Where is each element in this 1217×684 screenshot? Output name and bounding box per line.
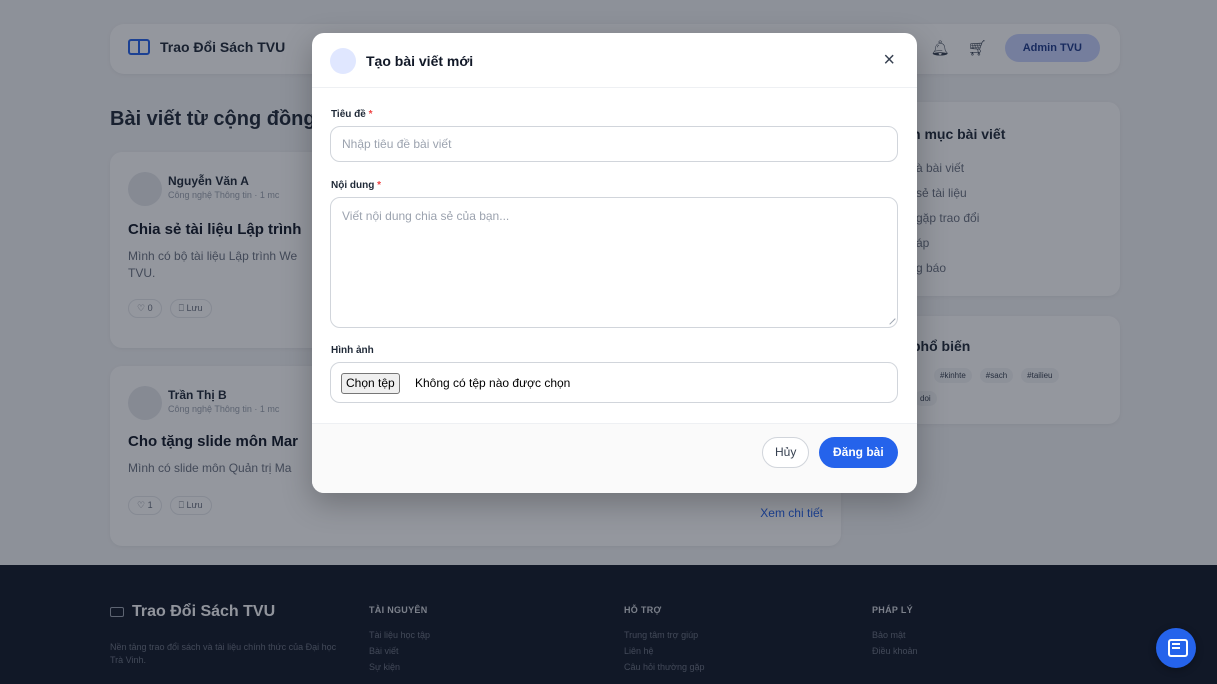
- title-label-text: Tiêu đề: [331, 109, 366, 120]
- title-field-label: Tiêu đề *: [331, 109, 373, 120]
- avatar: [330, 48, 356, 74]
- dialog-header: Tạo bài viết mới ×: [312, 33, 917, 88]
- required-mark: *: [368, 109, 373, 120]
- dialog-title: Tạo bài viết mới: [366, 53, 474, 69]
- content-textarea[interactable]: [330, 197, 898, 328]
- choose-file-button[interactable]: Chọn tệp: [341, 373, 400, 394]
- image-field-label: Hình ảnh: [331, 345, 374, 356]
- file-status-text: Không có tệp nào được chọn: [415, 376, 571, 390]
- cancel-button[interactable]: Hủy: [762, 437, 810, 468]
- title-input[interactable]: [330, 126, 898, 162]
- chat-icon[interactable]: [1156, 628, 1196, 668]
- dialog-footer: Hủy Đăng bài: [312, 423, 917, 493]
- required-mark: *: [377, 180, 382, 191]
- close-icon[interactable]: ×: [883, 48, 895, 72]
- image-file-input[interactable]: Chọn tệp Không có tệp nào được chọn: [330, 362, 898, 403]
- content-field-label: Nội dung *: [331, 180, 381, 191]
- content-label-text: Nội dung: [331, 180, 375, 191]
- submit-post-button[interactable]: Đăng bài: [819, 437, 898, 468]
- create-post-dialog: Tạo bài viết mới × Tiêu đề * Nội dung * …: [312, 33, 917, 493]
